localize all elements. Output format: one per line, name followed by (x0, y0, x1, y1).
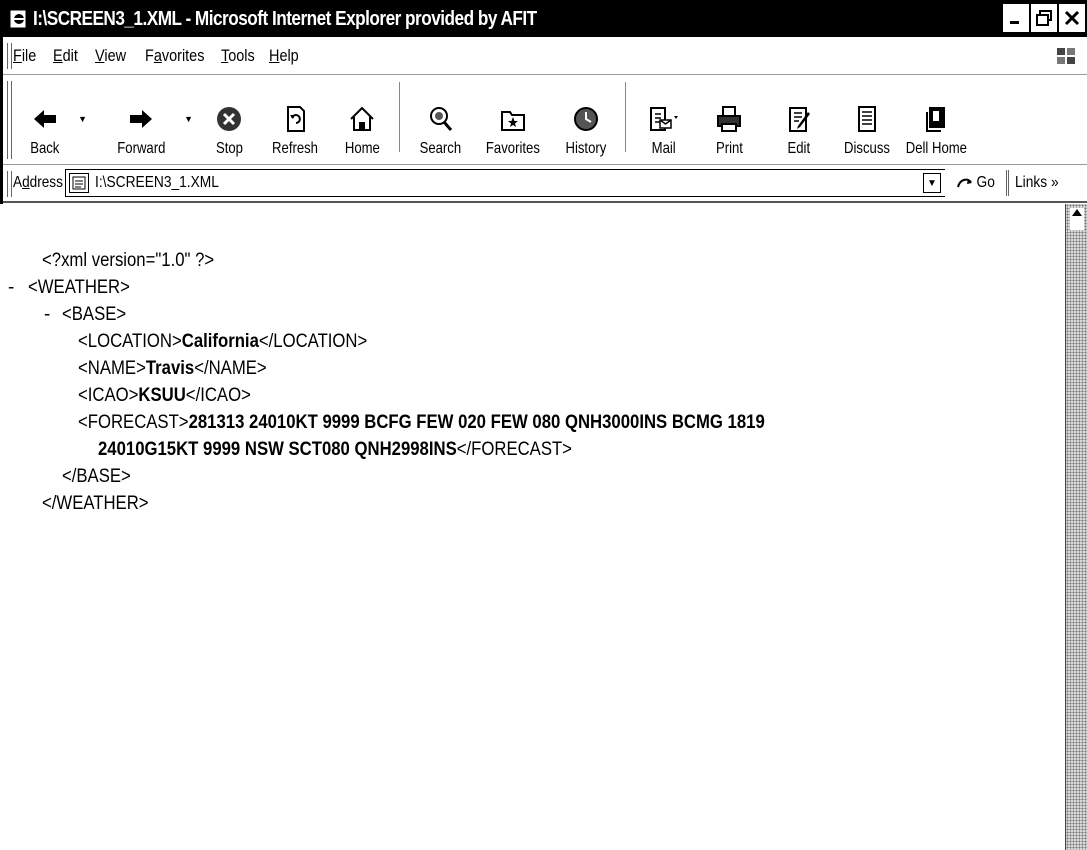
collapse-base-toggle[interactable]: - (44, 304, 50, 326)
weather-open-tag: <WEATHER> (28, 277, 130, 298)
favorites-folder-icon (501, 111, 525, 131)
standard-toolbar: Back ▼ Forward ▼ Stop Refresh Home Searc… (3, 75, 1087, 165)
xml-declaration: <?xml version="1.0" ?> (42, 250, 215, 271)
address-label: Address (13, 174, 63, 191)
menu-bar: File Edit View Favorites Tools Help (3, 37, 1087, 75)
back-button[interactable]: Back ▼ (17, 78, 87, 158)
xml-document-view: <?xml version="1.0" ?> - <WEATHER> - <BA… (0, 204, 1065, 850)
close-icon (1064, 10, 1080, 26)
search-button[interactable]: Search (407, 78, 473, 158)
base-open-tag: <BASE> (62, 304, 127, 325)
mail-button[interactable]: Mail (633, 78, 695, 158)
base-close-tag: </BASE> (62, 466, 131, 487)
minimize-button[interactable] (1003, 4, 1029, 32)
printer-icon (717, 106, 741, 132)
menu-edit[interactable]: Edit (53, 46, 78, 66)
toolbar-separator (399, 81, 401, 152)
address-bar: Address I:\SCREEN3_1.XML ▼ Go Links » (3, 165, 1087, 203)
forward-arrow-icon (130, 110, 152, 128)
dell-home-icon (926, 107, 945, 132)
weather-close-tag: </WEATHER> (42, 493, 149, 514)
discuss-icon (858, 106, 876, 132)
toolbar-separator (625, 81, 627, 152)
location-element: <LOCATION>California</LOCATION> (78, 331, 368, 352)
links-separator (1006, 170, 1010, 196)
address-input[interactable]: I:\SCREEN3_1.XML ▼ (65, 169, 945, 197)
links-button[interactable]: Links » (1015, 174, 1059, 192)
address-dropdown-icon[interactable]: ▼ (923, 173, 941, 193)
forward-button[interactable]: Forward ▼ (97, 78, 193, 158)
window-title: I:\SCREEN3_1.XML - Microsoft Internet Ex… (33, 7, 537, 30)
forecast-element: <FORECAST>281313 24010KT 9999 BCFG FEW 0… (78, 412, 765, 433)
collapse-weather-toggle[interactable]: - (8, 277, 14, 299)
vertical-scrollbar[interactable] (1065, 204, 1087, 850)
title-bar[interactable]: I:\SCREEN3_1.XML - Microsoft Internet Ex… (3, 1, 1087, 37)
forecast-element-cont: 24010G15KT 9999 NSW SCT080 QNH2998INS</F… (98, 439, 572, 460)
minimize-icon (1010, 21, 1019, 24)
go-button[interactable]: Go (955, 173, 996, 193)
menu-tools[interactable]: Tools (221, 46, 255, 66)
name-value: Travis (145, 358, 195, 379)
back-dropdown-icon[interactable]: ▼ (78, 114, 87, 124)
history-button[interactable]: History (553, 78, 619, 158)
scroll-up-icon[interactable] (1070, 208, 1084, 230)
close-button[interactable] (1059, 4, 1085, 32)
xml-page-icon (69, 173, 89, 193)
forecast-value-line1: 281313 24010KT 9999 BCFG FEW 020 FEW 080… (188, 412, 765, 433)
edit-button[interactable]: Edit (763, 78, 835, 158)
dell-home-button[interactable]: Dell Home (899, 78, 973, 158)
refresh-button[interactable]: Refresh (259, 78, 331, 158)
refresh-icon (287, 106, 305, 132)
favorites-button[interactable]: Favorites (473, 78, 553, 158)
history-icon (574, 107, 598, 131)
window-controls (1003, 4, 1085, 32)
back-arrow-icon (34, 110, 56, 128)
menu-favorites[interactable]: Favorites (145, 46, 204, 66)
home-button[interactable]: Home (331, 78, 393, 158)
menu-view[interactable]: View (95, 46, 126, 66)
mail-icon (650, 107, 678, 131)
stop-icon (217, 107, 241, 131)
forward-dropdown-icon[interactable]: ▼ (184, 114, 193, 124)
forecast-value-line2: 24010G15KT 9999 NSW SCT080 QNH2998INS (98, 439, 457, 460)
restore-icon (1036, 10, 1052, 26)
menu-file[interactable]: File (13, 46, 36, 66)
edit-page-icon (789, 107, 810, 132)
icao-element: <ICAO>KSUU</ICAO> (78, 385, 251, 406)
restore-button[interactable] (1031, 4, 1057, 32)
windows-logo-icon (1051, 42, 1081, 70)
stop-button[interactable]: Stop (199, 78, 259, 158)
search-icon (430, 107, 453, 131)
icao-value: KSUU (138, 385, 186, 406)
home-icon (350, 106, 374, 131)
location-value: California (181, 331, 259, 352)
menu-help[interactable]: Help (269, 46, 299, 66)
ie-page-icon (9, 9, 29, 29)
print-button[interactable]: Print (695, 78, 763, 158)
go-arrow-icon (957, 178, 972, 188)
discuss-button[interactable]: Discuss (835, 78, 899, 158)
name-element: <NAME>Travis</NAME> (78, 358, 267, 379)
